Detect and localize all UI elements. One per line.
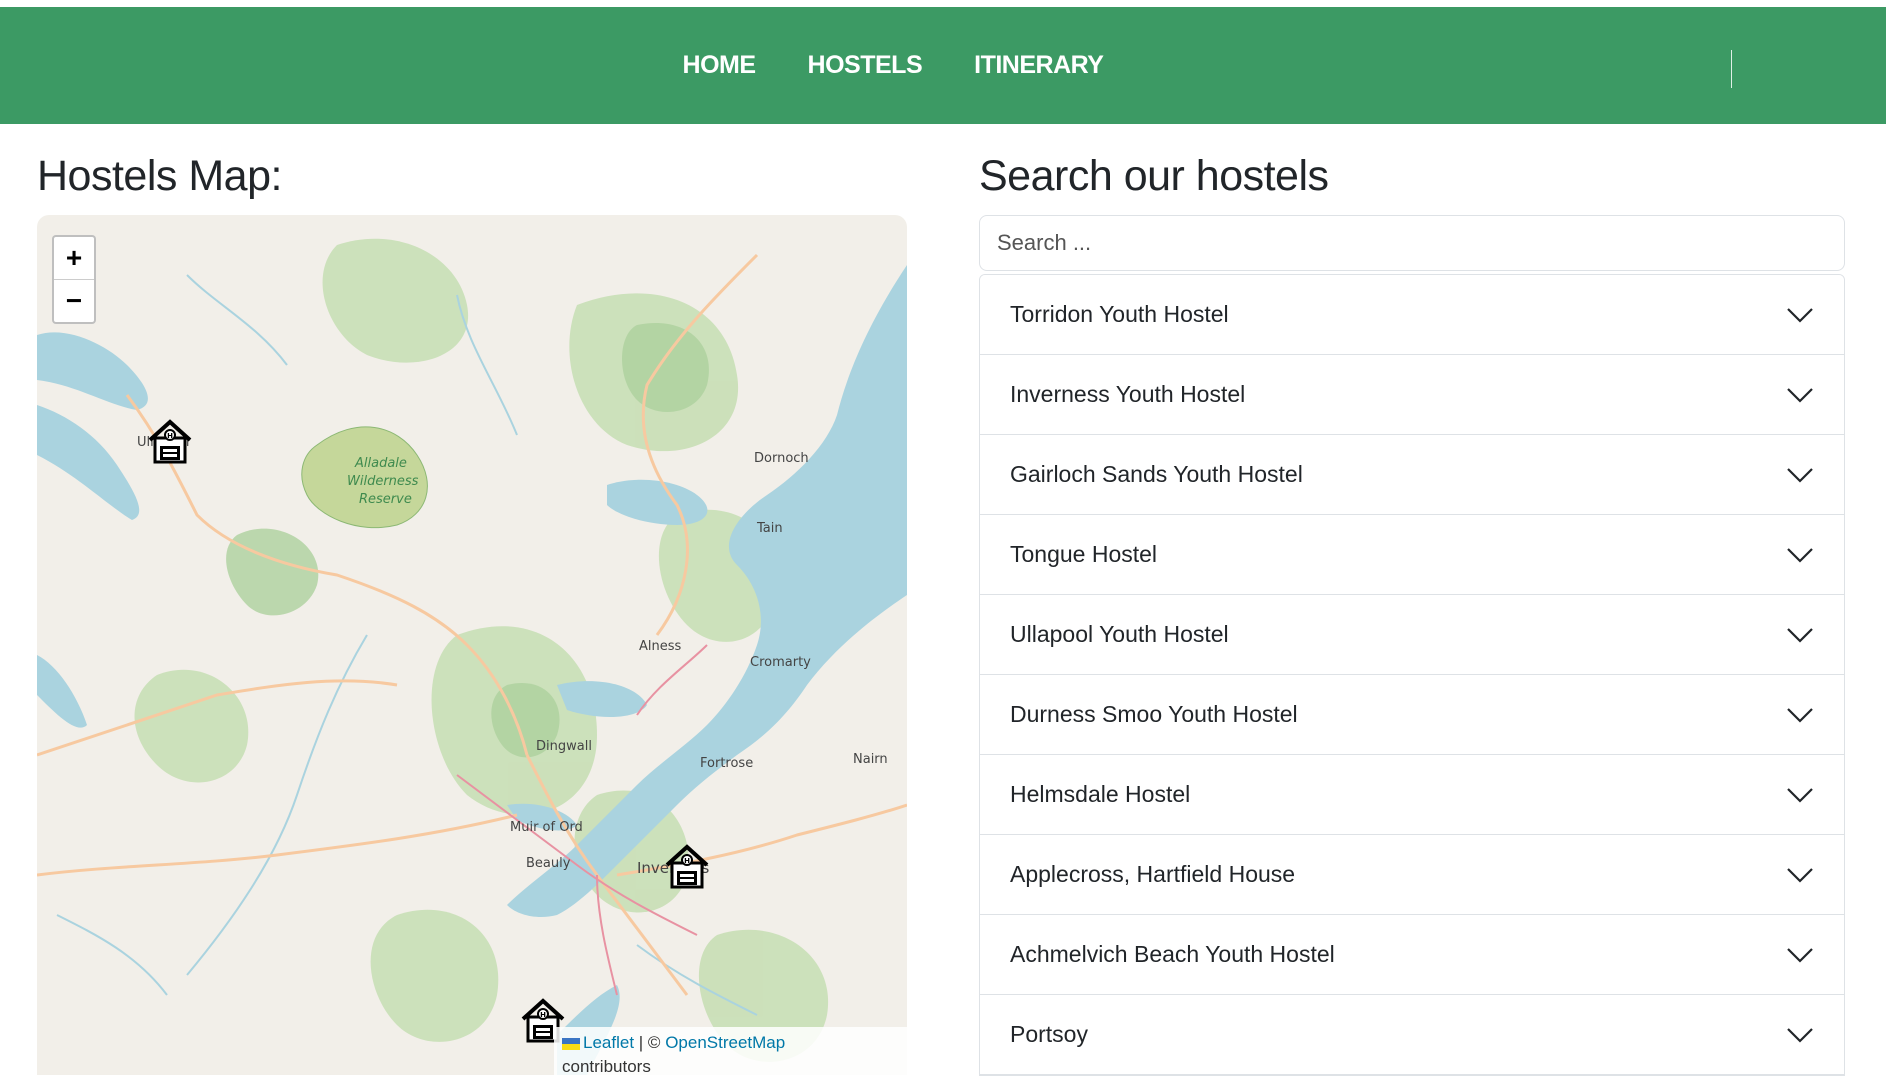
hostel-marker-icon[interactable]: H [663, 843, 711, 891]
hostel-accordion-item[interactable]: Achmelvich Beach Youth Hostel [980, 915, 1844, 995]
nav-links: HOME HOSTELS ITINERARY [0, 7, 1786, 124]
map-label-nairn: Nairn [853, 752, 888, 767]
map-label-cromarty: Cromarty [750, 655, 811, 670]
chevron-down-icon [1787, 947, 1813, 963]
ukraine-flag-icon [562, 1037, 580, 1050]
chevron-down-icon [1787, 787, 1813, 803]
hostel-accordion-item[interactable]: Tongue Hostel [980, 515, 1844, 595]
nav-home-link[interactable]: HOME [683, 51, 757, 80]
map-tiles[interactable]: Alladale Wilderness Reserve Dornoch Tain… [37, 215, 907, 1075]
hostel-name: Gairloch Sands Youth Hostel [1010, 461, 1303, 487]
hostel-name: Inverness Youth Hostel [1010, 381, 1246, 407]
chevron-down-icon [1787, 707, 1813, 723]
hostel-accordion-item[interactable]: Durness Smoo Youth Hostel [980, 675, 1844, 755]
map-label-alness: Alness [639, 639, 682, 654]
search-input[interactable] [979, 215, 1845, 271]
nav-itinerary-link[interactable]: ITINERARY [974, 51, 1104, 80]
hostel-name: Helmsdale Hostel [1010, 781, 1191, 807]
map-attribution: Leaflet | © OpenStreetMap contributors [554, 1027, 907, 1075]
hostel-accordion-item[interactable]: Torridon Youth Hostel [980, 275, 1844, 355]
chevron-down-icon [1787, 547, 1813, 563]
zoom-out-button[interactable]: − [54, 280, 94, 322]
hostel-name: Ullapool Youth Hostel [1010, 621, 1229, 647]
hostel-accordion-item[interactable]: Gairloch Sands Youth Hostel [980, 435, 1844, 515]
svg-text:H: H [167, 432, 173, 440]
attribution-contributors: contributors [562, 1057, 651, 1075]
map-label-beauly: Beauly [526, 856, 571, 871]
nav-divider [1731, 50, 1732, 88]
openstreetmap-link[interactable]: OpenStreetMap [665, 1033, 785, 1052]
map-title: Hostels Map: [37, 152, 282, 200]
hostel-accordion-item[interactable]: Inverness Youth Hostel [980, 355, 1844, 435]
search-title: Search our hostels [979, 152, 1329, 200]
chevron-down-icon [1787, 467, 1813, 483]
map-label-tain: Tain [756, 521, 783, 536]
map-label-reserve: Reserve [359, 492, 412, 507]
navbar: HOME HOSTELS ITINERARY [0, 7, 1886, 124]
map-label-dornoch: Dornoch [754, 451, 809, 466]
hostel-name: Achmelvich Beach Youth Hostel [1010, 941, 1335, 967]
attribution-separator: | © [638, 1033, 661, 1052]
zoom-in-button[interactable]: + [54, 237, 94, 280]
zoom-control: + − [52, 235, 96, 324]
nav-hostels-link[interactable]: HOSTELS [808, 51, 923, 80]
svg-text:H: H [540, 1011, 546, 1019]
map-label-dingwall: Dingwall [536, 739, 592, 754]
hostel-accordion-item[interactable]: Portsoy [980, 995, 1844, 1075]
hostel-name: Torridon Youth Hostel [1010, 301, 1229, 327]
chevron-down-icon [1787, 387, 1813, 403]
chevron-down-icon [1787, 307, 1813, 323]
map-label-alladale: Alladale [354, 456, 407, 471]
leaflet-link[interactable]: Leaflet [583, 1033, 634, 1052]
hostel-name: Applecross, Hartfield House [1010, 861, 1296, 887]
map-label-wilderness: Wilderness [347, 474, 419, 489]
hostel-accordion-item[interactable]: Ullapool Youth Hostel [980, 595, 1844, 675]
svg-text:H: H [684, 857, 690, 865]
hostel-marker-icon[interactable]: H [146, 418, 194, 466]
map-label-muir-of-ord: Muir of Ord [510, 820, 583, 835]
hostel-accordion-item[interactable]: Applecross, Hartfield House [980, 835, 1844, 915]
chevron-down-icon [1787, 627, 1813, 643]
map-label-fortrose: Fortrose [700, 756, 753, 771]
chevron-down-icon [1787, 867, 1813, 883]
hostels-map[interactable]: Alladale Wilderness Reserve Dornoch Tain… [37, 215, 907, 1075]
chevron-down-icon [1787, 1027, 1813, 1043]
hostel-accordion-item[interactable]: Helmsdale Hostel [980, 755, 1844, 835]
hostel-name: Durness Smoo Youth Hostel [1010, 701, 1298, 727]
hostel-name: Portsoy [1010, 1021, 1088, 1047]
hostel-accordion: Torridon Youth Hostel Inverness Youth Ho… [979, 274, 1845, 1076]
hostel-name: Tongue Hostel [1010, 541, 1158, 567]
